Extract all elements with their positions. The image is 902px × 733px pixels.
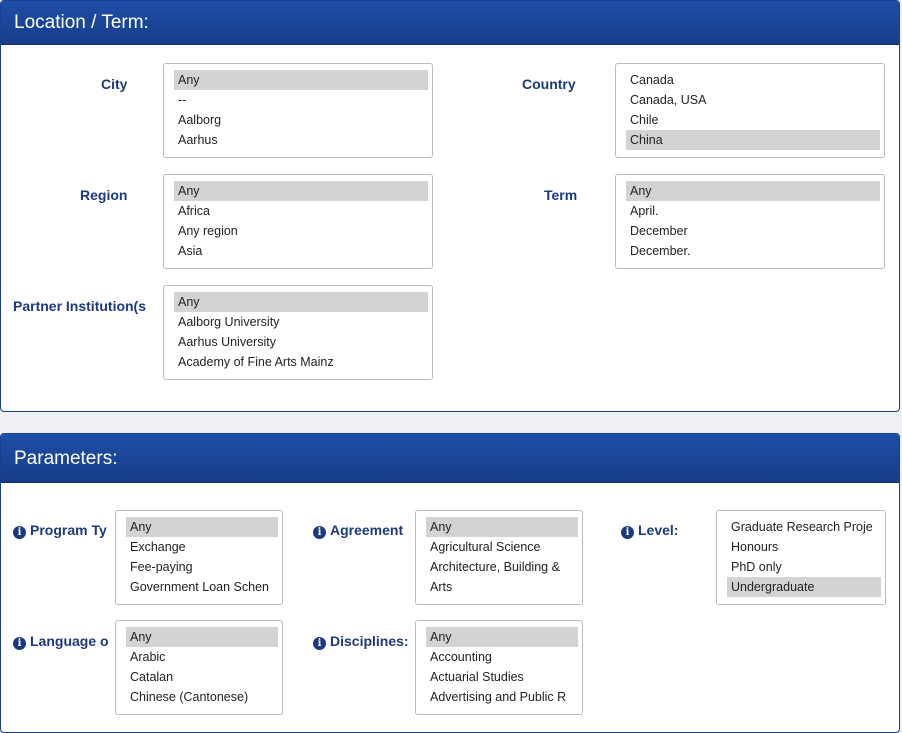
info-icon[interactable]: i xyxy=(313,526,326,539)
list-option[interactable]: PhD only xyxy=(727,557,881,577)
disciplines-label-text: Disciplines: xyxy=(330,633,409,649)
agreement-listbox[interactable]: Any Agricultural Science Architecture, Bui… xyxy=(415,510,583,605)
list-option[interactable]: Any xyxy=(126,517,278,537)
list-option[interactable]: Arts xyxy=(426,577,578,597)
country-label: Country xyxy=(522,76,576,92)
list-option[interactable]: Exchange xyxy=(126,537,278,557)
disciplines-label: i Disciplines: xyxy=(313,633,415,650)
parameters-panel: Parameters: i Program Ty Any Exchange Fee-p… xyxy=(0,433,900,733)
list-option[interactable]: Africa xyxy=(174,201,428,221)
info-icon[interactable]: i xyxy=(13,637,26,650)
list-option[interactable]: Accounting xyxy=(426,647,578,667)
list-option[interactable]: April. xyxy=(626,201,880,221)
list-option[interactable]: Agricultural Science xyxy=(426,537,578,557)
parameters-header: Parameters: xyxy=(1,434,899,483)
info-icon[interactable]: i xyxy=(313,637,326,650)
list-option[interactable]: Any xyxy=(426,627,578,647)
partner-institution-listbox[interactable]: Any Aalborg University Aarhus University Ac… xyxy=(163,285,433,380)
list-option[interactable]: Any xyxy=(626,181,880,201)
level-listbox[interactable]: Graduate Research Proje Honours PhD only Un… xyxy=(716,510,886,605)
list-option[interactable]: Academy of Fine Arts Mainz xyxy=(174,352,428,372)
list-option[interactable]: Canada xyxy=(626,70,880,90)
program-type-listbox[interactable]: Any Exchange Fee-paying Government Loan Sch… xyxy=(115,510,283,605)
term-label: Term xyxy=(544,187,578,203)
region-listbox[interactable]: Any Africa Any region Asia xyxy=(163,174,433,269)
program-type-label-text: Program Ty xyxy=(30,522,107,538)
list-option[interactable]: Honours xyxy=(727,537,881,557)
list-option[interactable]: Any xyxy=(174,181,428,201)
list-option[interactable]: Canada, USA xyxy=(626,90,880,110)
list-option[interactable]: Any xyxy=(174,70,428,90)
list-option[interactable]: Aarhus xyxy=(174,130,428,150)
list-option[interactable]: Asia xyxy=(174,241,428,261)
disciplines-listbox[interactable]: Any Accounting Actuarial Studies Advertisin… xyxy=(415,620,583,715)
info-icon[interactable]: i xyxy=(13,526,26,539)
location-term-panel: Location / Term: City Any -- Aalborg Aarhus… xyxy=(0,0,900,412)
level-label: i Level: xyxy=(621,522,678,539)
list-option[interactable]: Graduate Research Proje xyxy=(727,517,881,537)
list-option[interactable]: Catalan xyxy=(126,667,278,687)
info-icon[interactable]: i xyxy=(621,526,634,539)
list-option[interactable]: Fee-paying xyxy=(126,557,278,577)
list-option[interactable]: Government Loan Schen xyxy=(126,577,278,597)
list-option[interactable]: Any region xyxy=(174,221,428,241)
region-label: Region xyxy=(80,187,128,203)
city-listbox[interactable]: Any -- Aalborg Aarhus xyxy=(163,63,433,158)
list-option[interactable]: December xyxy=(626,221,880,241)
level-label-text: Level: xyxy=(638,522,679,538)
city-label: City xyxy=(101,76,128,92)
agreement-label-text: Agreement xyxy=(330,522,404,538)
country-listbox[interactable]: Canada Canada, USA Chile China xyxy=(615,63,885,158)
list-option[interactable]: Chinese (Cantonese) xyxy=(126,687,278,707)
list-option[interactable]: Any xyxy=(426,517,578,537)
language-label-text: Language o xyxy=(30,633,109,649)
list-option[interactable]: -- xyxy=(174,90,428,110)
list-option[interactable]: Any xyxy=(174,292,428,312)
list-option[interactable]: Undergraduate xyxy=(727,577,881,597)
list-option[interactable]: Arabic xyxy=(126,647,278,667)
term-listbox[interactable]: Any April. December December. xyxy=(615,174,885,269)
list-option[interactable]: Actuarial Studies xyxy=(426,667,578,687)
program-type-label: i Program Ty xyxy=(13,522,116,539)
language-label: i Language o xyxy=(13,633,116,650)
language-listbox[interactable]: Any Arabic Catalan Chinese (Cantonese) xyxy=(115,620,283,715)
list-option[interactable]: Chile xyxy=(626,110,880,130)
list-option[interactable]: China xyxy=(626,130,880,150)
partner-institution-label: Partner Institution(s xyxy=(13,298,147,314)
agreement-label: i Agreement xyxy=(313,522,415,539)
list-option[interactable]: Aarhus University xyxy=(174,332,428,352)
location-term-header: Location / Term: xyxy=(1,1,899,45)
list-option[interactable]: Advertising and Public R xyxy=(426,687,578,707)
list-option[interactable]: Architecture, Building & xyxy=(426,557,578,577)
list-option[interactable]: Aalborg xyxy=(174,110,428,130)
list-option[interactable]: December. xyxy=(626,241,880,261)
list-option[interactable]: Any xyxy=(126,627,278,647)
list-option[interactable]: Aalborg University xyxy=(174,312,428,332)
